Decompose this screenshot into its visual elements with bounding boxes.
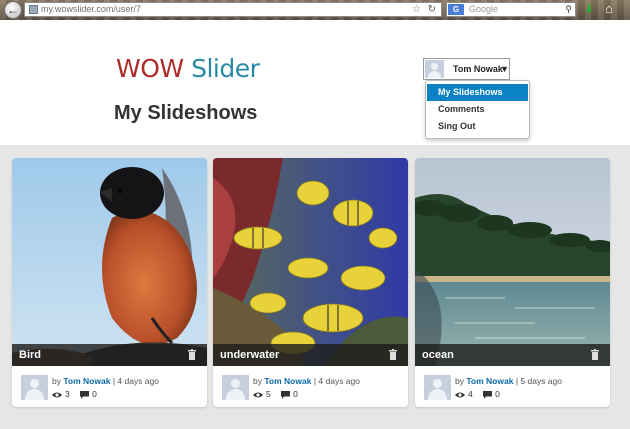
views-stat: 4 [455, 388, 473, 400]
back-arrow-icon: ← [7, 3, 19, 17]
search-placeholder: Google [469, 4, 499, 14]
comment-icon [281, 391, 291, 399]
search-icon[interactable]: ⚲ [565, 3, 572, 16]
browser-toolbar: ← my.wowslider.com/user/7 ☆ ↻ G Google ⚲… [0, 0, 630, 20]
byline-prefix: by [52, 376, 61, 386]
comment-icon [483, 391, 493, 399]
eye-icon [52, 392, 62, 398]
card-time: 4 days ago [117, 376, 159, 386]
byline-separator: | [313, 376, 317, 386]
slideshow-card[interactable]: Bird by Tom Nowak | 4 days ago 3 0 [12, 158, 207, 407]
back-button[interactable]: ← [4, 1, 22, 19]
comment-icon [80, 391, 90, 399]
search-bar[interactable]: G Google ⚲ [446, 2, 576, 17]
logo-word-wow: WOW [116, 54, 184, 83]
card-time: 4 days ago [318, 376, 360, 386]
comments-stat: 0 [483, 388, 500, 400]
menu-item-sign-out[interactable]: Sing Out [427, 118, 528, 135]
menu-item-my-slideshows[interactable]: My Slideshows [427, 84, 528, 101]
views-count: 3 [65, 389, 70, 399]
logo[interactable]: WOW Slider [116, 54, 260, 84]
slideshow-thumbnail[interactable] [213, 158, 408, 366]
card-caption-bar: Bird [12, 344, 207, 366]
card-stats: 4 0 [455, 388, 508, 400]
bookmark-star-icon[interactable]: ☆ [412, 3, 421, 16]
comments-stat: 0 [281, 388, 298, 400]
card-byline: by Tom Nowak | 4 days ago [52, 375, 159, 387]
card-byline: by Tom Nowak | 4 days ago [253, 375, 360, 387]
eye-icon [455, 392, 465, 398]
ocean-image [415, 158, 610, 366]
address-text: my.wowslider.com/user/7 [41, 4, 141, 14]
page-header: WOW Slider My Slideshows Tom Nowak ▼ [0, 20, 630, 145]
trash-icon[interactable] [589, 349, 601, 361]
comments-count: 0 [495, 389, 500, 399]
page-title: My Slideshows [114, 102, 258, 124]
card-caption-bar: underwater [213, 344, 408, 366]
author-link[interactable]: Tom Nowak [264, 376, 311, 386]
card-stats: 3 0 [52, 388, 105, 400]
comments-count: 0 [92, 389, 97, 399]
author-link[interactable]: Tom Nowak [466, 376, 513, 386]
download-icon[interactable]: ⬇ [584, 3, 594, 16]
author-avatar [21, 375, 48, 400]
bird-image [12, 158, 207, 366]
user-avatar [425, 60, 444, 78]
user-menu-button[interactable]: Tom Nowak ▼ [423, 58, 510, 80]
views-count: 4 [468, 389, 473, 399]
reload-icon[interactable]: ↻ [428, 3, 436, 16]
user-dropdown-menu: My Slideshows Comments Sing Out [425, 80, 530, 139]
user-name: Tom Nowak [453, 64, 503, 74]
comments-stat: 0 [80, 388, 97, 400]
trash-icon[interactable] [186, 349, 198, 361]
card-title[interactable]: Bird [19, 344, 41, 366]
author-link[interactable]: Tom Nowak [63, 376, 110, 386]
byline-prefix: by [455, 376, 464, 386]
comments-count: 0 [293, 389, 298, 399]
card-stats: 5 0 [253, 388, 306, 400]
byline-prefix: by [253, 376, 262, 386]
address-bar[interactable]: my.wowslider.com/user/7 ☆ ↻ [24, 2, 442, 17]
site-identity-icon [29, 5, 38, 14]
card-title[interactable]: ocean [422, 344, 454, 366]
slideshow-thumbnail[interactable] [415, 158, 610, 366]
byline-separator: | [112, 376, 116, 386]
card-title[interactable]: underwater [220, 344, 279, 366]
author-avatar [222, 375, 249, 400]
slideshow-card[interactable]: underwater by Tom Nowak | 4 days ago 5 0 [213, 158, 408, 407]
home-icon[interactable]: ⌂ [605, 2, 613, 16]
card-caption-bar: ocean [415, 344, 610, 366]
trash-icon[interactable] [387, 349, 399, 361]
views-count: 5 [266, 389, 271, 399]
menu-item-comments[interactable]: Comments [427, 101, 528, 118]
underwater-image [213, 158, 408, 366]
views-stat: 3 [52, 388, 70, 400]
byline-separator: | [515, 376, 519, 386]
author-avatar [424, 375, 451, 400]
logo-word-slider: Slider [191, 54, 260, 83]
views-stat: 5 [253, 388, 271, 400]
card-byline: by Tom Nowak | 5 days ago [455, 375, 562, 387]
chevron-down-icon: ▼ [500, 64, 509, 74]
eye-icon [253, 392, 263, 398]
slideshow-thumbnail[interactable] [12, 158, 207, 366]
search-engine-icon[interactable]: G [448, 4, 464, 15]
card-time: 5 days ago [520, 376, 562, 386]
slideshow-card[interactable]: ocean by Tom Nowak | 5 days ago 4 0 [415, 158, 610, 407]
